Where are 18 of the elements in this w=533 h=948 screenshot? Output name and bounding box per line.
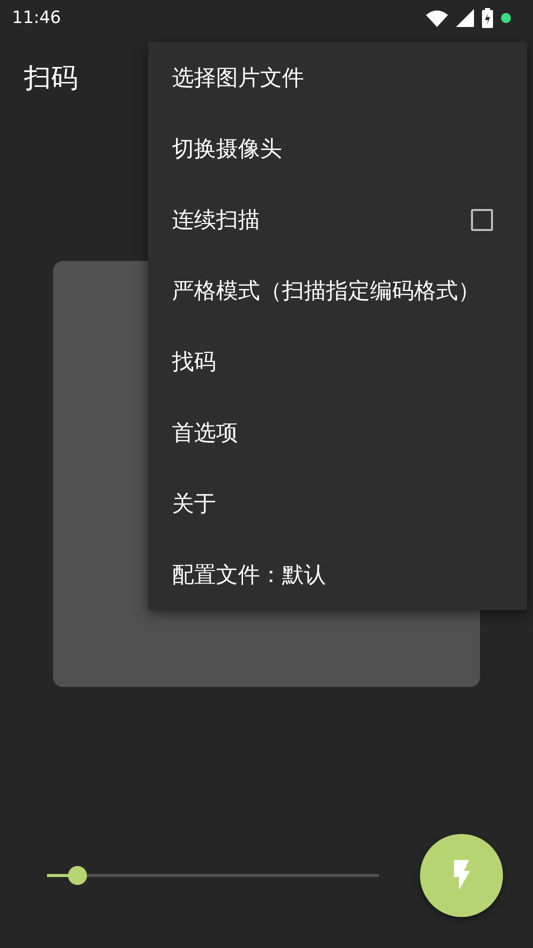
menu-item[interactable]: 选择图片文件 [148,42,527,113]
menu-item[interactable]: 切换摄像头 [148,113,527,184]
menu-item[interactable]: 找码 [148,326,527,397]
signal-icon [456,9,474,27]
flash-icon [454,860,470,890]
menu-item[interactable]: 严格模式（扫描指定编码格式） [148,255,527,326]
menu-item[interactable]: 首选项 [148,397,527,468]
wifi-icon [426,10,448,26]
zoom-slider[interactable] [47,866,379,884]
menu-item[interactable]: 关于 [148,468,527,539]
menu-item[interactable]: 配置文件：默认 [148,539,527,610]
checkbox[interactable] [471,208,493,230]
status-dot-icon [501,13,511,23]
app-title: 扫码 [24,62,78,96]
battery-icon [482,8,493,28]
slider-thumb[interactable] [68,866,87,884]
status-time: 11:46 [12,8,61,28]
menu-item[interactable]: 连续扫描 [148,184,527,255]
